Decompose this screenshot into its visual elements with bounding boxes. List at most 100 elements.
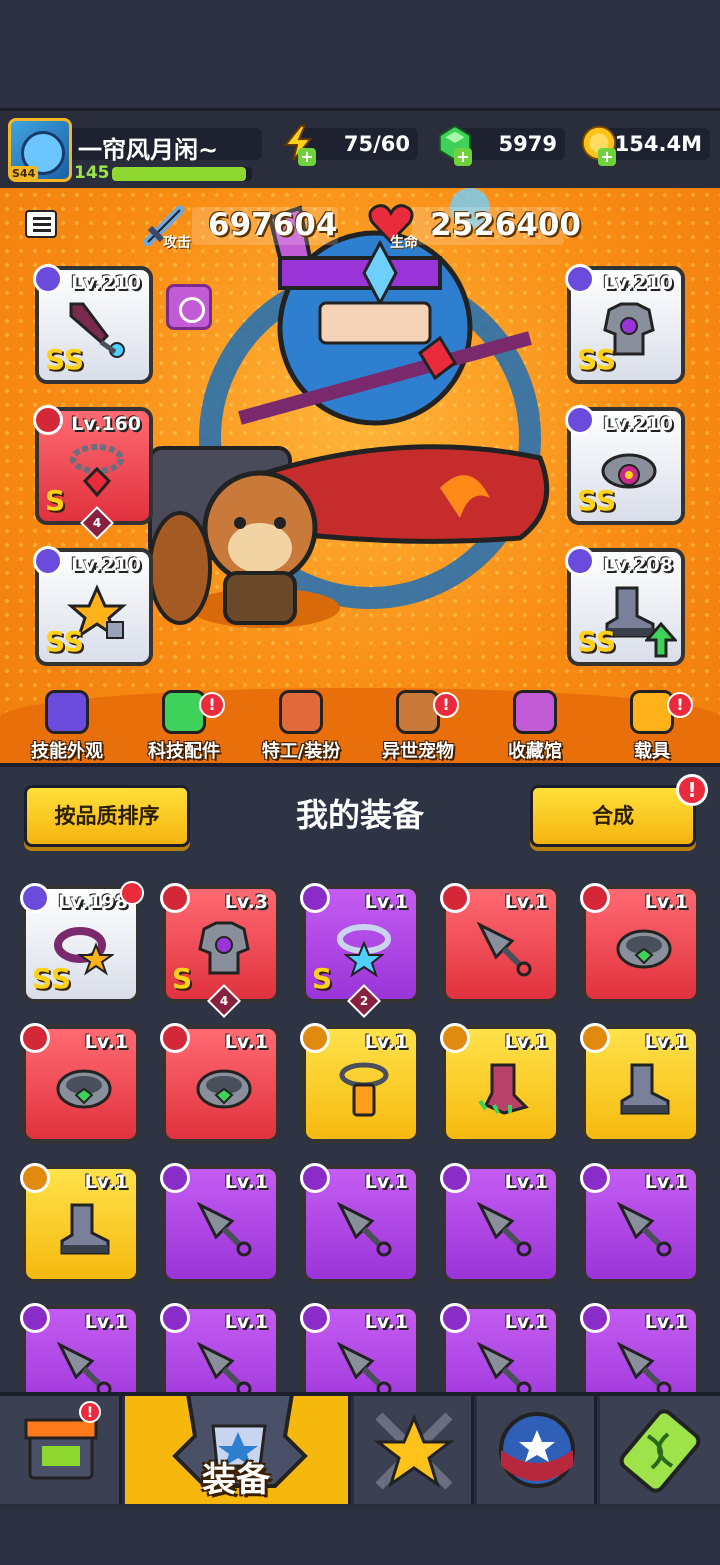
item-level: Lv.210 (71, 272, 141, 294)
inventory-item[interactable]: Lv.1 (300, 1023, 420, 1143)
equipped-slot-right[interactable]: Lv.210 SS (565, 405, 685, 525)
item-level: Lv.198 (58, 891, 128, 913)
nav-stars[interactable] (477, 1396, 597, 1504)
item-level: Lv.3 (224, 891, 268, 913)
feature-label: 特工/装扮 (261, 741, 341, 762)
inventory-item[interactable]: Lv.198 SS (20, 881, 144, 1003)
skill-skin-icon (45, 690, 89, 734)
ring-belt-icon (54, 1059, 114, 1119)
equipped-slot-left[interactable]: Lv.160 S4 (33, 405, 153, 540)
kunai-icon (334, 1199, 394, 1259)
feature-1[interactable]: 科技配件! (129, 690, 239, 762)
inventory-item[interactable]: Lv.1 (580, 883, 700, 1003)
item-level: Lv.210 (603, 413, 673, 435)
item-level: Lv.210 (71, 554, 141, 576)
inventory-item[interactable]: Lv.1 (160, 1023, 280, 1143)
inventory-item[interactable]: Lv.1 (20, 1163, 140, 1283)
item-level: Lv.1 (364, 1311, 408, 1333)
player-avatar[interactable]: S44 (8, 118, 72, 182)
player-name: 一帘风月闲~ (78, 136, 219, 164)
upgrade-arrow-icon (645, 622, 677, 658)
sort-by-quality-button[interactable]: 按品质排序 (24, 785, 190, 847)
nav-skills[interactable] (354, 1396, 474, 1504)
tech-parts-icon (162, 690, 206, 734)
category-icon (20, 1023, 50, 1053)
inventory-item[interactable]: Lv.1 (440, 1163, 560, 1283)
feature-2[interactable]: 特工/装扮 (246, 690, 356, 762)
feature-3[interactable]: 异世宠物! (363, 690, 473, 762)
category-icon (565, 405, 595, 435)
category-icon (300, 883, 330, 913)
inventory-item[interactable]: Lv.1 (300, 1163, 420, 1283)
hp-value: 2526400 (430, 207, 581, 243)
agent-costume-icon (279, 690, 323, 734)
category-icon (33, 546, 63, 576)
inventory-item[interactable]: Lv.1 (440, 883, 560, 1003)
grade-label: SS (45, 343, 85, 376)
category-icon (580, 1303, 610, 1333)
category-icon (20, 883, 50, 913)
chain-necklace-icon (67, 441, 127, 501)
inventory-item[interactable]: Lv.1 (580, 1023, 700, 1143)
inventory-item[interactable]: Lv.1 (160, 1163, 280, 1283)
stars-orb-icon (499, 1412, 575, 1488)
kunai-icon (614, 1339, 674, 1399)
equipped-slot-left[interactable]: Lv.210 SS (33, 264, 153, 384)
battery-necklace-icon (334, 1059, 394, 1119)
item-level: Lv.1 (504, 1311, 548, 1333)
feature-label: 载具 (634, 741, 670, 762)
equipped-slot-left[interactable]: Lv.210 SS (33, 546, 153, 666)
item-level: Lv.1 (644, 1171, 688, 1193)
shop-icon: ! (24, 1401, 101, 1480)
category-icon (300, 1023, 330, 1053)
category-icon (580, 1023, 610, 1053)
category-icon (160, 1023, 190, 1053)
nav-equipment-label: 装备 (202, 1460, 270, 1500)
kunai-icon (194, 1199, 254, 1259)
target-lock-button[interactable] (166, 284, 212, 330)
feature-4[interactable]: 收藏馆 (480, 690, 590, 762)
feature-alert-badge: ! (667, 692, 693, 718)
menu-list-icon[interactable] (25, 210, 57, 238)
inventory-item[interactable]: Lv.1 (20, 1023, 140, 1143)
energy-plus-button[interactable]: + (298, 148, 316, 166)
kunai-icon (474, 1339, 534, 1399)
category-icon (565, 264, 595, 294)
claw-boots-icon (474, 1059, 534, 1119)
equipped-slot-right[interactable]: Lv.208 SS (565, 546, 685, 666)
category-icon (20, 1303, 50, 1333)
inventory-item[interactable]: Lv.3 S4 (160, 883, 280, 1018)
feature-5[interactable]: 载具! (597, 690, 707, 762)
vehicle-icon (630, 690, 674, 734)
inventory-item[interactable]: Lv.1 (580, 1163, 700, 1283)
nav-dna[interactable] (600, 1396, 720, 1504)
merge-alert-badge: ! (676, 774, 708, 806)
category-icon (580, 1163, 610, 1193)
grade-label: S (45, 484, 66, 517)
equipped-slot-right[interactable]: Lv.210 SS (565, 264, 685, 384)
inventory-item[interactable]: Lv.1 (440, 1023, 560, 1143)
merge-button[interactable]: 合成 (530, 785, 696, 847)
kunai-icon (474, 919, 534, 979)
item-level: Lv.1 (224, 1171, 268, 1193)
item-level: Lv.1 (224, 1031, 268, 1053)
coin-plus-button[interactable]: + (598, 148, 616, 166)
inventory-item[interactable]: Lv.1 S2 (300, 883, 420, 1018)
gem-plus-button[interactable]: + (454, 148, 472, 166)
xp-bar (112, 167, 252, 181)
feature-label: 技能外观 (31, 741, 103, 762)
feature-0[interactable]: 技能外观 (12, 690, 122, 762)
feature-label: 收藏馆 (508, 741, 562, 762)
item-level: Lv.1 (84, 1171, 128, 1193)
nav-shop[interactable]: ! (0, 1396, 122, 1504)
ring-belt-icon (614, 919, 674, 979)
ring-belt-icon (194, 1059, 254, 1119)
armor-icon (194, 919, 254, 979)
kunai-icon (54, 1339, 114, 1399)
grade-label: S (312, 962, 333, 995)
category-icon (440, 1303, 470, 1333)
category-icon (160, 1163, 190, 1193)
grade-label: SS (577, 625, 617, 658)
item-level: Lv.1 (644, 891, 688, 913)
feature-alert-badge: ! (199, 692, 225, 718)
